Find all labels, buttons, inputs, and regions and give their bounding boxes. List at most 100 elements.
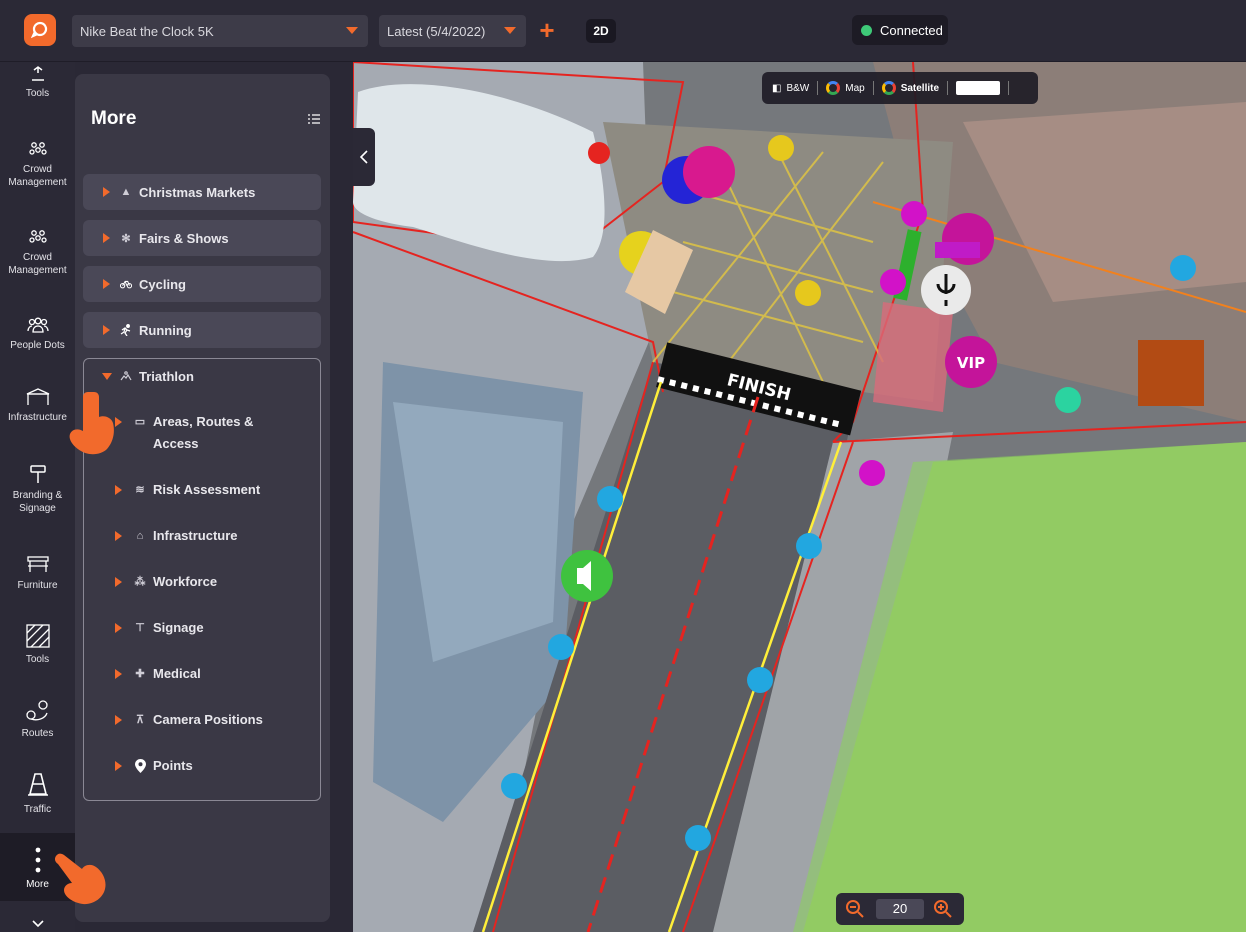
category-label: Running [139,322,192,338]
subitem-label: Signage [153,620,204,635]
panel-title: More [91,108,137,129]
rail-item-label: Tools [25,654,50,665]
chevron-down-icon [346,27,358,34]
subitem-label: Medical [153,666,201,681]
expand-icon [115,531,122,541]
rail-item-furniture[interactable]: Furniture [0,554,75,592]
rail-item-label: Crowd Management [8,252,67,276]
crowd-icon [28,142,47,155]
top-bar: Nike Beat the Clock 5K Latest (5/4/2022)… [0,0,1246,62]
zoom-out-icon[interactable] [845,899,865,919]
expand-icon [115,485,122,495]
more-panel: More ▲ Christmas Markets ✻ Fairs & Shows… [75,74,330,922]
zoom-in-icon[interactable] [933,899,953,919]
rail-item-tools[interactable]: Tools [0,624,75,666]
risk-icon: ≋ [135,484,145,496]
subitem-infrastructure[interactable]: ⌂ Infrastructure [115,525,238,547]
expand-icon [103,233,110,243]
category-christmas-markets[interactable]: ▲ Christmas Markets [83,174,321,210]
area-icon: ▭ [134,416,146,428]
layer-map[interactable]: Map [845,83,864,94]
version-select[interactable]: Latest (5/4/2022) [379,15,526,47]
zoom-level[interactable]: 20 [876,899,924,919]
ferris-wheel-icon: ✻ [121,232,131,245]
rail-item-label: Traffic [23,804,52,815]
subitem-points[interactable]: Points [115,755,193,777]
version-select-value: Latest (5/4/2022) [387,23,486,39]
list-view-icon[interactable] [308,114,320,124]
hatch-tool-icon [25,624,50,648]
app-logo[interactable] [24,14,56,46]
rail-item-label: Furniture [17,580,58,591]
tree-icon: ▲ [120,186,132,198]
subitem-medical[interactable]: ✚ Medical [115,663,201,685]
subitem-signage[interactable]: ⊤ Signage [115,617,204,639]
route-pin-icon [25,700,48,721]
pointer-hand-icon [54,853,106,905]
gazebo-icon: ⌂ [136,530,144,542]
traffic-cone-icon [27,773,48,796]
camera-tripod-icon: ⊼ [135,714,145,726]
expand-icon [115,669,122,679]
status-dot-icon [861,24,872,36]
rail-item-crowd-management-2[interactable]: Crowd Management [0,228,75,277]
view-mode-toggle[interactable]: 2D [586,19,616,43]
category-running[interactable]: Running [83,312,321,348]
map-pin-icon [134,759,146,773]
subitem-label: Risk Assessment [153,482,261,497]
furniture-icon [26,556,49,572]
rail-item-label: More [26,879,49,890]
triathlon-icon [120,370,132,382]
subitem-risk-assessment[interactable]: ≋ Risk Assessment [115,479,260,501]
rail-item-branding-signage[interactable]: Branding & Signage [0,464,75,515]
rail-item-label: Tools [25,88,50,99]
subitem-label: Areas, Routes & Access [153,414,254,451]
chevron-left-icon [360,150,368,164]
subitem-label: Points [153,758,193,773]
tools-icon [31,66,44,81]
vip-label: VIP [957,354,985,372]
category-label: Fairs & Shows [139,230,229,246]
bicycle-icon [120,278,132,290]
layer-bw[interactable]: B&W [786,83,809,94]
rail-item-label: People Dots [10,340,65,351]
expand-icon [103,325,110,335]
satellite-map: FINISH VIP [353,62,1246,932]
subitem-workforce[interactable]: ⁂ Workforce [115,571,217,593]
subitem-areas-routes-access[interactable]: ▭ Areas, Routes & Access [115,411,265,455]
rail-item-crowd-management[interactable]: Crowd Management [0,140,75,189]
google-icon [826,81,841,95]
expand-icon [115,577,122,587]
expand-icon [115,761,122,771]
event-select[interactable]: Nike Beat the Clock 5K [72,15,368,47]
expand-icon [103,279,110,289]
runner-icon [120,324,132,336]
rail-item-tools-top[interactable]: Tools [0,66,75,100]
rail-item-traffic[interactable]: Traffic [0,772,75,816]
subitem-camera-positions[interactable]: ⊼ Camera Positions [115,709,263,731]
collapse-icon [102,372,112,380]
rail-item-label: Branding & Signage [12,490,63,514]
map-canvas[interactable]: FINISH VIP [353,62,1246,932]
expand-icon [115,715,122,725]
workforce-icon: ⁂ [134,576,146,588]
rail-item-label: Routes [21,728,54,739]
ordnance-survey-icon[interactable] [956,81,1001,95]
category-label: Cycling [139,276,186,292]
collapse-panel-button[interactable] [353,128,375,186]
medical-cross-icon: ✚ [135,668,145,680]
add-version-button[interactable]: + [536,17,558,44]
event-select-value: Nike Beat the Clock 5K [80,23,214,39]
expand-icon [115,623,122,633]
layer-satellite[interactable]: Satellite [901,83,939,94]
category-cycling[interactable]: Cycling [83,266,321,302]
rail-item-people-dots[interactable]: People Dots [0,316,75,352]
category-fairs-shows[interactable]: ✻ Fairs & Shows [83,220,321,256]
chevron-down-icon[interactable] [32,920,44,928]
signpost-icon: ⊤ [135,622,145,634]
rail-item-routes[interactable]: Routes [0,698,75,740]
rail-item-label: Infrastructure [8,412,67,423]
chevron-down-icon [504,27,516,34]
category-triathlon[interactable]: Triathlon [83,358,321,394]
subitem-label: Camera Positions [153,712,263,727]
